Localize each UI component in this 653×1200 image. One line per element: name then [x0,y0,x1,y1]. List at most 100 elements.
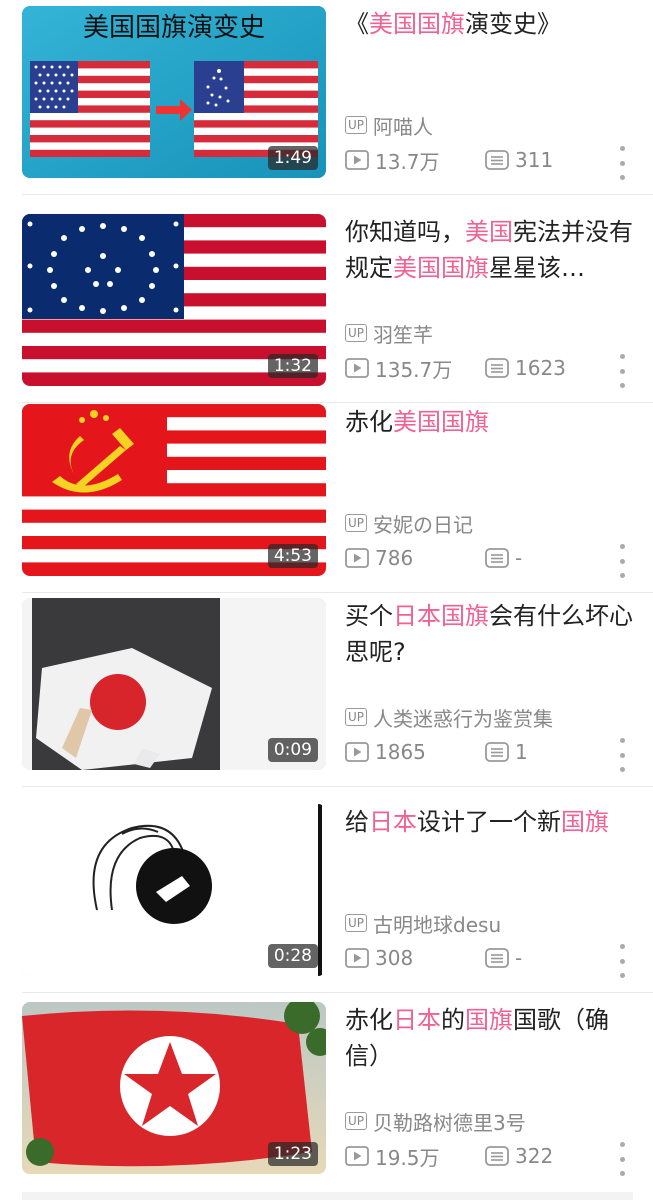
video-thumbnail[interactable]: 美国国旗演变史 1:49 [22,6,326,178]
video-thumbnail[interactable]: 0:28 [22,804,326,976]
more-vertical-icon[interactable] [612,944,632,978]
video-stats: 1865 1 [345,738,528,766]
video-duration: 1:49 [267,146,318,170]
title-highlight: 日本 [369,808,417,836]
title-highlight: 美国 [465,218,513,246]
video-stats: 308 - [345,944,522,972]
title-segment: 《 [345,10,369,38]
uploader[interactable]: UP 安妮の日记 [345,510,474,537]
video-title[interactable]: 赤化美国国旗 [345,404,635,440]
video-duration: 0:28 [267,944,318,968]
video-stats: 19.5万 322 [345,1142,553,1170]
comment-count: 322 [485,1144,553,1168]
uploader-name: 贝勒路树德里3号 [373,1110,526,1135]
comment-list-icon [485,1146,509,1166]
comment-list-icon [485,948,509,968]
video-stats: 786 - [345,544,522,572]
video-duration: 1:32 [267,354,318,378]
play-icon [345,1146,369,1166]
up-badge-icon: UP [345,324,368,342]
more-vertical-icon[interactable] [612,354,632,388]
up-badge-icon: UP [345,116,368,134]
play-icon [345,948,369,968]
video-title[interactable]: 赤化日本的国旗国歌（确信） [345,1002,635,1074]
title-segment: 给 [345,808,369,836]
video-stats: 13.7万 311 [345,146,553,174]
comment-count: 311 [485,148,553,172]
title-segment: 你知道吗， [345,218,465,246]
thumb-heading: 美国国旗演变史 [83,13,265,43]
divider [22,194,653,195]
uploader-name: 羽笙芊 [373,322,434,347]
video-duration: 1:23 [267,1142,318,1166]
divider [22,992,653,993]
video-item[interactable]: 美国国旗演变史 1:49 《美国国旗演变史》 UP 阿喵人 13.7万 311 [0,0,653,195]
title-highlight: 国旗 [561,808,609,836]
uploader[interactable]: UP 阿喵人 [345,112,434,139]
title-segment: 设计了一个新 [417,808,561,836]
play-icon [345,548,369,568]
view-count: 19.5万 [345,1142,485,1171]
uploader-name: 安妮の日记 [373,512,474,537]
more-vertical-icon[interactable] [612,146,632,180]
comment-list-icon [485,358,509,378]
title-segment: 的 [441,1006,465,1034]
video-item[interactable]: 1:23 赤化日本的国旗国歌（确信） UP 贝勒路树德里3号 19.5万 322 [0,996,653,1191]
title-segment: 星星该… [489,254,585,282]
video-item[interactable]: 1:32 你知道吗，美国宪法并没有规定美国国旗星星该… UP 羽笙芊 135.7… [0,208,653,403]
up-badge-icon: UP [345,1112,368,1130]
play-icon [345,358,369,378]
video-thumbnail[interactable]: 1:23 [22,1002,326,1174]
comment-list-icon [485,548,509,568]
comment-count: - [485,546,522,570]
uploader-name: 古明地球desu [373,912,502,937]
uploader[interactable]: UP 人类迷惑行为鉴赏集 [345,704,554,731]
video-item[interactable]: 4:53 赤化美国国旗 UP 安妮の日记 786 - [0,398,653,593]
title-highlight: 美国国旗 [369,10,465,38]
view-count: 786 [345,546,485,570]
up-badge-icon: UP [345,708,368,726]
comment-count: 1623 [485,356,566,380]
video-duration: 0:09 [267,738,318,762]
up-badge-icon: UP [345,914,368,932]
view-count: 13.7万 [345,146,485,175]
video-duration: 4:53 [267,544,318,568]
video-title[interactable]: 买个日本国旗会有什么坏心思呢? [345,598,635,670]
view-count: 308 [345,946,485,970]
comment-list-icon [485,150,509,170]
video-item[interactable]: 0:28 给日本设计了一个新国旗 UP 古明地球desu 308 - [0,798,653,993]
play-icon [345,150,369,170]
more-vertical-icon[interactable] [612,544,632,578]
more-vertical-icon[interactable] [612,1142,632,1176]
video-thumbnail[interactable]: 1:32 [22,214,326,386]
title-segment: 赤化 [345,1006,393,1034]
title-highlight: 国旗 [465,1006,513,1034]
title-segment: 赤化 [345,408,393,436]
divider [22,786,653,787]
video-title[interactable]: 你知道吗，美国宪法并没有规定美国国旗星星该… [345,214,635,286]
comment-count: - [485,946,522,970]
video-thumbnail[interactable]: 4:53 [22,404,326,576]
play-icon [345,742,369,762]
video-stats: 135.7万 1623 [345,354,566,382]
next-item-peek [22,1192,633,1200]
more-vertical-icon[interactable] [612,738,632,772]
title-highlight: 美国国旗 [393,254,489,282]
video-thumbnail[interactable]: 0:09 [22,598,326,770]
uploader[interactable]: UP 贝勒路树德里3号 [345,1108,526,1135]
video-title[interactable]: 《美国国旗演变史》 [345,6,635,42]
uploader-name: 阿喵人 [373,114,434,139]
uploader[interactable]: UP 羽笙芊 [345,320,434,347]
video-title[interactable]: 给日本设计了一个新国旗 [345,804,635,840]
comment-list-icon [485,742,509,762]
view-count: 135.7万 [345,354,485,383]
up-badge-icon: UP [345,514,368,532]
title-highlight: 美国国旗 [393,408,489,436]
view-count: 1865 [345,740,485,764]
uploader[interactable]: UP 古明地球desu [345,910,502,937]
uploader-name: 人类迷惑行为鉴赏集 [373,706,554,731]
title-segment: 演变史》 [465,10,561,38]
video-item[interactable]: 0:09 买个日本国旗会有什么坏心思呢? UP 人类迷惑行为鉴赏集 1865 1 [0,592,653,787]
title-highlight: 日本国旗 [393,602,489,630]
title-segment: 买个 [345,602,393,630]
